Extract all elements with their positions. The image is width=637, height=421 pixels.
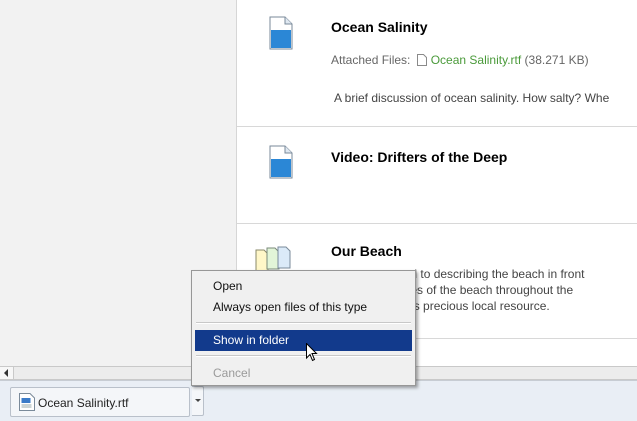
menu-item-label: Open — [213, 279, 243, 293]
download-bar: Ocean Salinity.rtf — [0, 380, 637, 421]
menu-item-cancel: Cancel — [195, 363, 412, 384]
document-icon[interactable] — [269, 16, 293, 50]
menu-item-label: Always open files of this type — [213, 300, 368, 314]
menu-separator — [196, 322, 411, 324]
menu-item-show-in-folder[interactable]: Show in folder — [195, 330, 412, 351]
download-item-dropdown-button[interactable] — [192, 386, 204, 416]
document-icon[interactable] — [269, 145, 293, 179]
menu-item-label: Cancel — [213, 366, 251, 380]
rtf-file-icon — [19, 393, 35, 411]
item-description: A brief discussion of ocean salinity. Ho… — [334, 91, 610, 105]
item-title[interactable]: Our Beach — [331, 243, 402, 259]
attached-label: Attached Files: — [331, 53, 411, 67]
menu-item-label: Show in folder — [213, 333, 290, 347]
item-divider — [237, 126, 637, 127]
menu-separator — [196, 355, 411, 357]
attached-file-size: (38.271 KB) — [524, 53, 589, 67]
item-title[interactable]: Video: Drifters of the Deep — [331, 149, 507, 165]
context-menu: Open Always open files of this type Show… — [191, 270, 416, 386]
menu-item-always-open[interactable]: Always open files of this type — [195, 297, 412, 318]
mouse-cursor-icon — [306, 343, 318, 362]
attached-files: Attached Files: Ocean Salinity.rtf (38.2… — [331, 53, 589, 67]
attached-file-link[interactable]: Ocean Salinity.rtf — [431, 53, 521, 67]
menu-item-open[interactable]: Open — [195, 276, 412, 297]
multiple-documents-icon[interactable] — [255, 246, 293, 272]
item-title[interactable]: Ocean Salinity — [331, 19, 427, 35]
scroll-left-button[interactable] — [0, 367, 14, 379]
download-file-name: Ocean Salinity.rtf — [38, 396, 129, 410]
download-item[interactable]: Ocean Salinity.rtf — [10, 387, 190, 417]
file-icon — [416, 54, 427, 66]
item-divider — [237, 223, 637, 224]
